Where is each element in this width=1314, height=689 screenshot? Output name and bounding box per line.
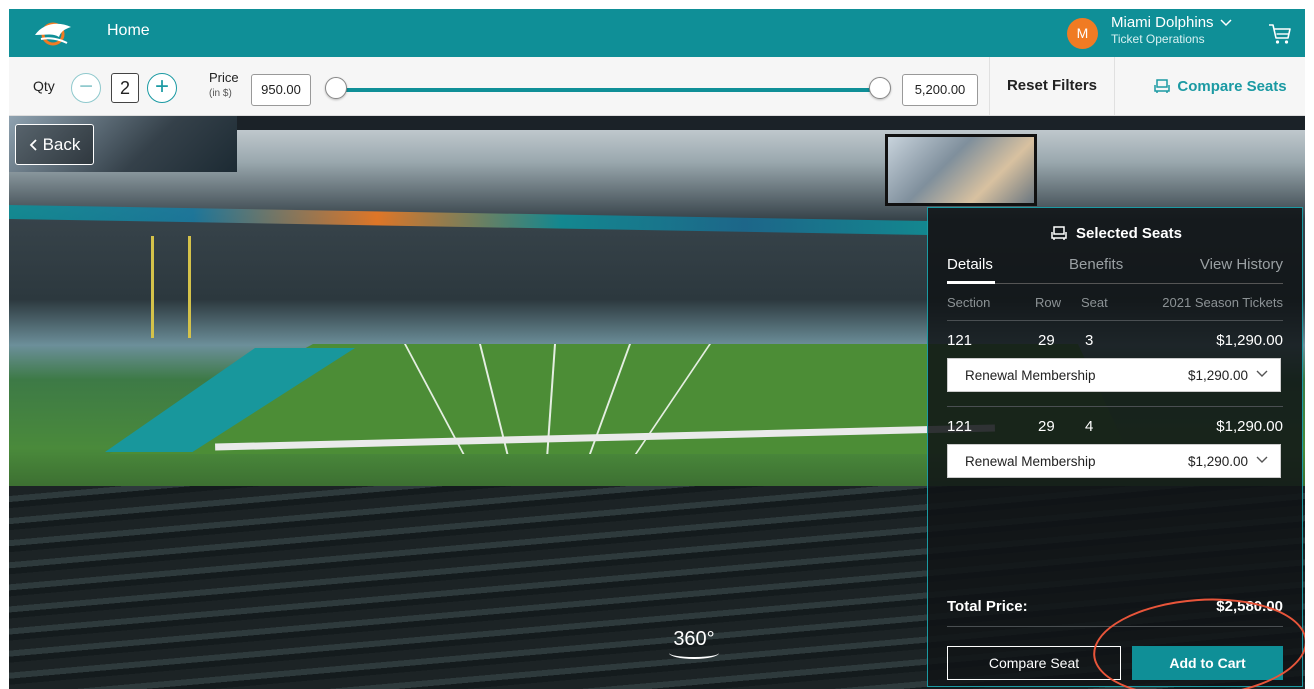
- membership-select[interactable]: Renewal Membership $1,290.00: [947, 444, 1281, 478]
- view-360-label: 360°: [673, 628, 715, 650]
- app-frame: Home M Miami Dolphins Ticket Operations …: [9, 9, 1305, 689]
- ribbon-board: [9, 204, 929, 236]
- seat-price: $1,290.00: [1216, 332, 1283, 349]
- seat-table-header: Section Row Seat 2021 Season Tickets: [947, 295, 1283, 315]
- divider: [947, 406, 1283, 407]
- compare-seats-button[interactable]: Compare Seats: [1135, 57, 1305, 115]
- qty-input[interactable]: 2: [111, 73, 139, 103]
- table-row: 121 29 3 $1,290.00: [947, 332, 1283, 352]
- price-label: Price (in $): [209, 70, 239, 102]
- chevron-down-icon: [1220, 19, 1232, 27]
- compare-seats-label: Compare Seats: [1177, 77, 1287, 95]
- price-range-slider[interactable]: [329, 88, 885, 92]
- filter-bar: Qty − 2 + Price (in $) 950.00 5,200.00 R…: [9, 57, 1305, 116]
- account-role: Ticket Operations: [1111, 32, 1205, 46]
- membership-option-price: $1,290.00: [1187, 454, 1248, 469]
- chevron-down-icon: [1256, 370, 1268, 377]
- seat-number: 3: [1085, 332, 1094, 349]
- qty-decrease-button[interactable]: −: [71, 73, 101, 103]
- account-name: Miami Dolphins: [1111, 14, 1214, 31]
- home-link[interactable]: Home: [107, 22, 150, 40]
- goal-post: [151, 236, 191, 338]
- plus-icon: +: [154, 73, 169, 100]
- membership-select[interactable]: Renewal Membership $1,290.00: [947, 358, 1281, 392]
- divider: [947, 320, 1283, 321]
- qty-label: Qty: [33, 78, 55, 94]
- chevron-left-icon: [29, 138, 37, 151]
- seat-icon: [1154, 79, 1171, 93]
- seat-row-number: 29: [1038, 332, 1055, 349]
- membership-option-price: $1,290.00: [1187, 368, 1248, 383]
- price-min-input[interactable]: 950.00: [251, 74, 311, 106]
- rotate-360-icon[interactable]: 360°: [669, 628, 719, 659]
- account-menu[interactable]: Miami Dolphins Ticket Operations: [1111, 14, 1232, 47]
- price-label-text: Price: [209, 70, 239, 85]
- col-seat: Seat: [1081, 295, 1108, 310]
- cart-icon[interactable]: [1267, 21, 1293, 47]
- col-section: Section: [947, 295, 991, 310]
- panel-title: Selected Seats: [928, 224, 1304, 242]
- seat-row-number: 29: [1038, 418, 1055, 435]
- price-max-input[interactable]: 5,200.00: [902, 74, 978, 106]
- price-slider-max-handle[interactable]: [869, 77, 891, 99]
- seat-section: 121: [947, 332, 973, 349]
- panel-tabs: Details Benefits View History: [947, 256, 1283, 284]
- dolphins-logo-icon[interactable]: [31, 17, 75, 49]
- chevron-down-icon: [1256, 456, 1268, 463]
- tab-benefits[interactable]: Benefits: [1069, 256, 1123, 273]
- active-tab-indicator: [947, 281, 995, 284]
- top-navigation-bar: Home M Miami Dolphins Ticket Operations: [9, 9, 1305, 57]
- table-row: 121 29 4 $1,290.00: [947, 418, 1283, 438]
- col-price: 2021 Season Tickets: [1162, 295, 1283, 310]
- seat-number: 4: [1085, 418, 1094, 435]
- tab-details[interactable]: Details: [947, 256, 993, 273]
- reset-filters-button[interactable]: Reset Filters: [989, 57, 1115, 115]
- tab-view-history[interactable]: View History: [1200, 256, 1283, 273]
- qty-increase-button[interactable]: +: [147, 73, 177, 103]
- price-unit-label: (in $): [209, 88, 232, 99]
- back-button[interactable]: Back: [15, 124, 94, 165]
- seat-icon: [1051, 226, 1067, 240]
- minus-icon: −: [78, 73, 93, 100]
- back-label: Back: [42, 134, 81, 154]
- seat-price: $1,290.00: [1216, 418, 1283, 435]
- membership-option: Renewal Membership: [965, 454, 1096, 469]
- membership-option: Renewal Membership: [965, 368, 1096, 383]
- price-slider-min-handle[interactable]: [325, 77, 347, 99]
- avatar[interactable]: M: [1067, 18, 1098, 49]
- panel-title-text: Selected Seats: [1076, 224, 1182, 242]
- col-row: Row: [1035, 295, 1062, 310]
- seat-section: 121: [947, 418, 973, 435]
- video-board-right: [885, 134, 1037, 206]
- total-price-label: Total Price:: [947, 598, 1028, 615]
